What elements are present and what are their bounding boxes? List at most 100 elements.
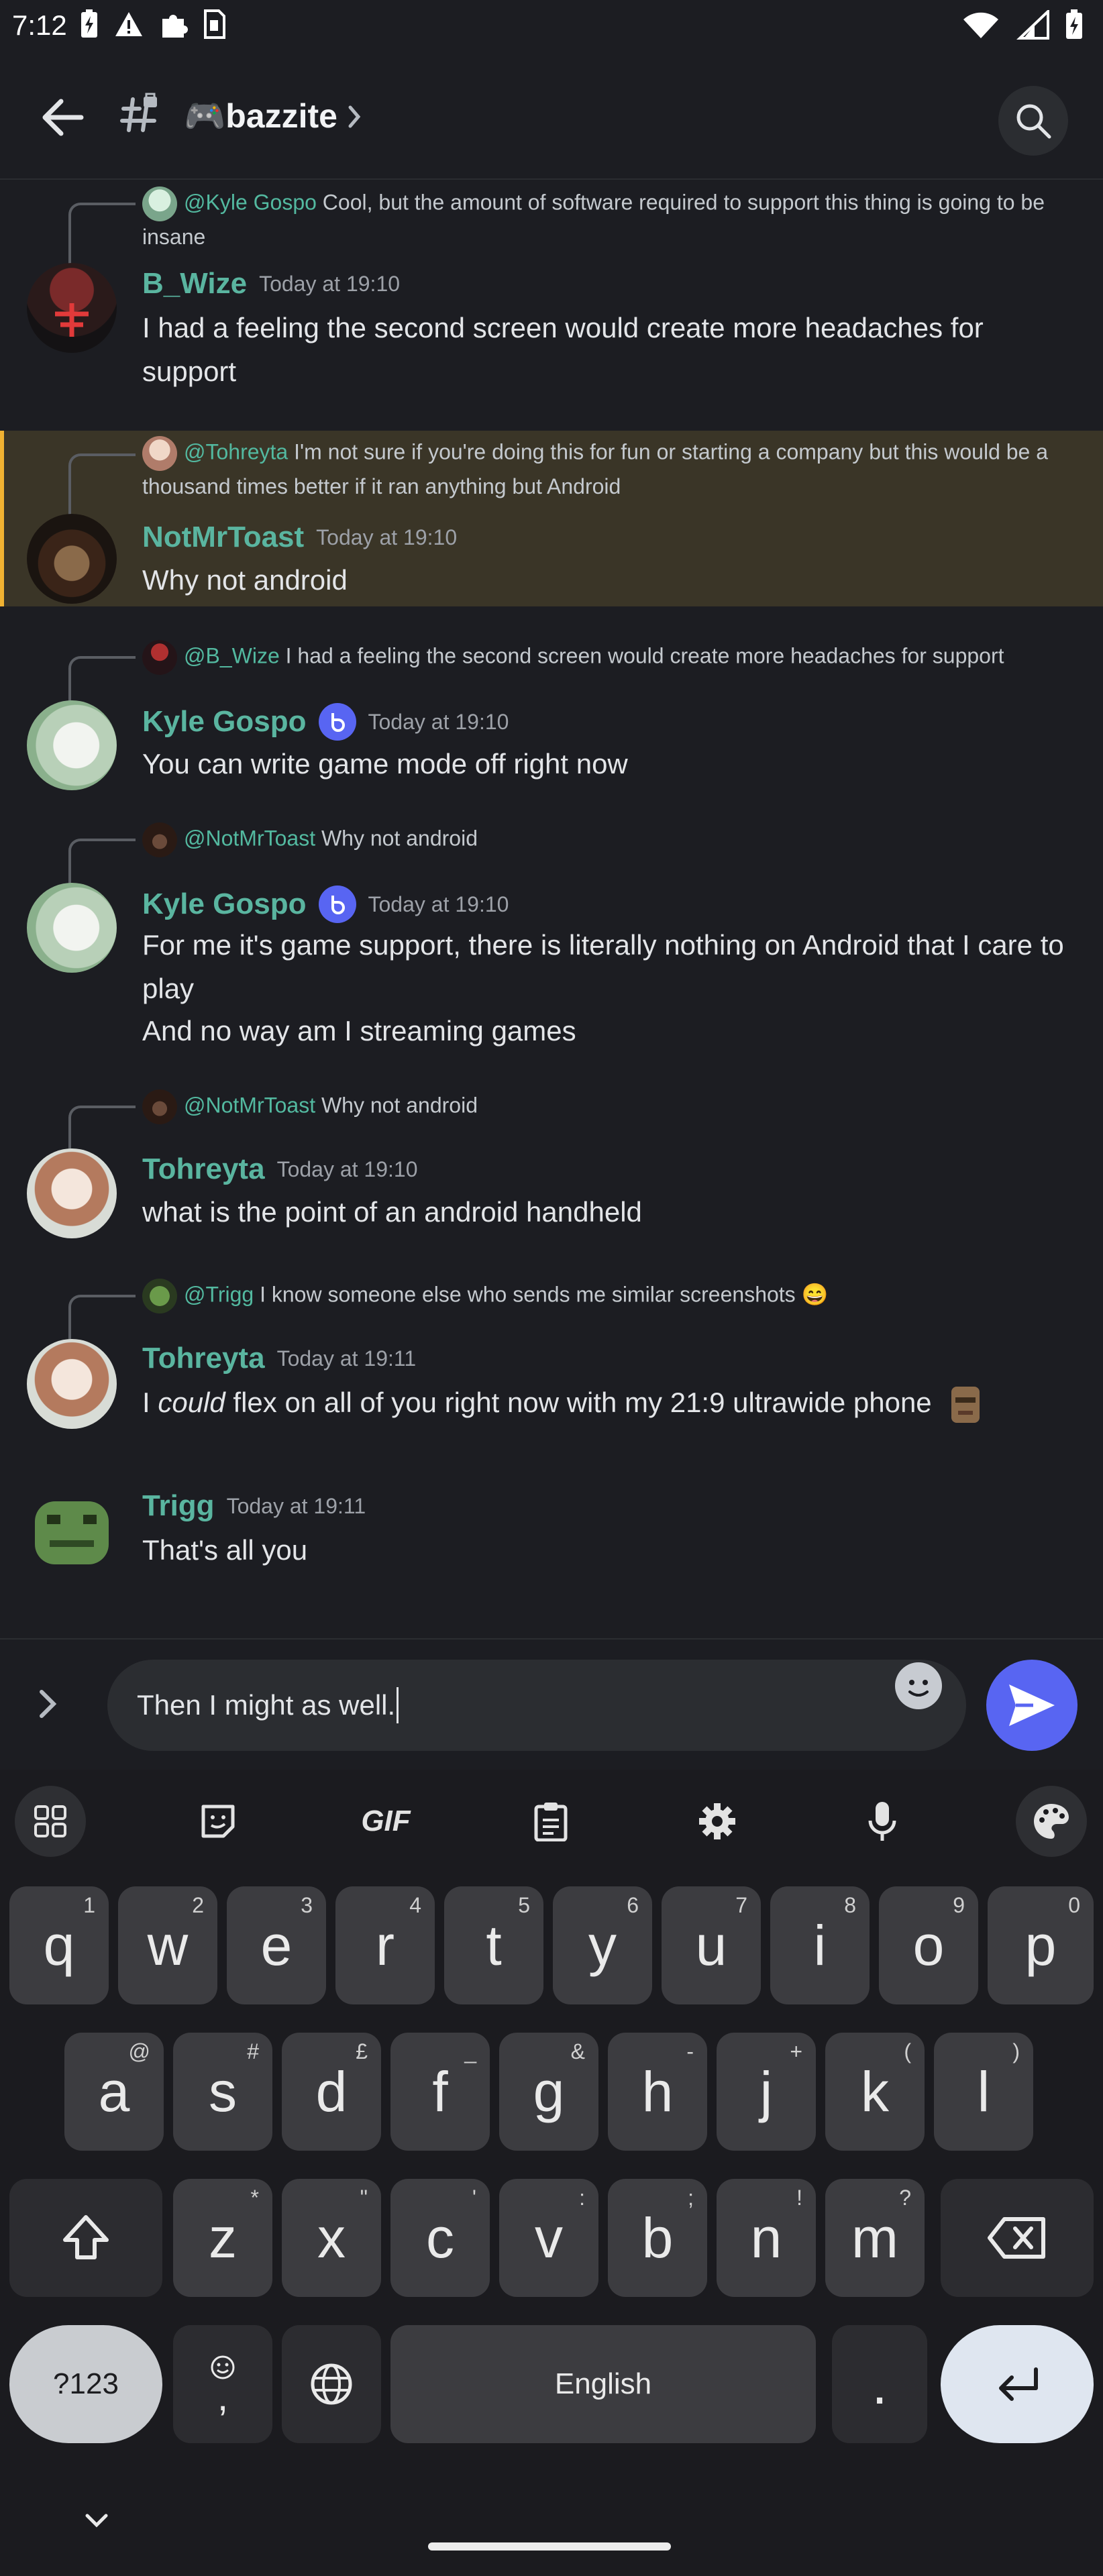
message-text: I could flex on all of you right now wit…: [142, 1381, 1068, 1426]
reply-connector: [68, 1106, 136, 1151]
keyboard-apps-button[interactable]: [15, 1786, 86, 1857]
reply-text: Why not android: [321, 826, 478, 851]
reply-author[interactable]: @Trigg: [184, 1282, 254, 1306]
message-list[interactable]: @Kyle Gospo Cool, but the amount of soft…: [0, 180, 1103, 1638]
reply-author[interactable]: @Kyle Gospo: [184, 190, 317, 214]
key-o[interactable]: o9: [879, 1886, 978, 2004]
key-v[interactable]: v:: [499, 2179, 598, 2297]
avatar[interactable]: [27, 1339, 117, 1429]
key-b[interactable]: b;: [608, 2179, 707, 2297]
reply-author[interactable]: @B_Wize: [184, 643, 280, 667]
language-key[interactable]: [282, 2325, 381, 2443]
avatar[interactable]: [27, 883, 117, 973]
reply-preview[interactable]: @Tohreyta I'm not sure if you're doing t…: [142, 436, 1082, 502]
avatar[interactable]: [27, 514, 117, 604]
key-x[interactable]: x ": [282, 2179, 381, 2297]
reply-preview[interactable]: @Trigg I know someone else who sends me …: [142, 1279, 1068, 1313]
key-label: w: [147, 1913, 189, 1977]
keyboard-toolbar: GIF: [0, 1770, 1103, 1870]
reply-author[interactable]: @NotMrToast: [184, 1093, 315, 1117]
shift-key[interactable]: [9, 2179, 162, 2297]
message[interactable]: @Kyle Gospo Cool, but the amount of soft…: [0, 180, 1103, 427]
reply-preview[interactable]: @B_Wize I had a feeling the second scree…: [142, 640, 1068, 675]
author-name[interactable]: Tohreyta: [142, 1152, 265, 1186]
key-w[interactable]: w2: [118, 1886, 217, 2004]
key-alt-label: 8: [844, 1893, 856, 1917]
channel-name[interactable]: 🎮bazzite: [184, 97, 337, 136]
period-key[interactable]: .: [832, 2325, 927, 2443]
theme-button[interactable]: [1016, 1786, 1087, 1857]
key-h[interactable]: h-: [608, 2033, 707, 2151]
backspace-key[interactable]: [941, 2179, 1094, 2297]
message[interactable]: Trigg Today at 19:11 That's all you: [0, 1479, 1103, 1593]
key-a[interactable]: a @: [64, 2033, 164, 2151]
voice-input-button[interactable]: [847, 1786, 918, 1857]
key-label: r: [376, 1913, 395, 1977]
avatar[interactable]: [27, 1487, 117, 1576]
space-key[interactable]: English: [390, 2325, 816, 2443]
message-text: For me it's game support, there is liter…: [142, 929, 1064, 1004]
reply-preview[interactable]: @NotMrToast Why not android: [142, 822, 1068, 857]
author-name[interactable]: NotMrToast: [142, 521, 304, 554]
key-u[interactable]: u7: [662, 1886, 761, 2004]
avatar[interactable]: [27, 263, 117, 353]
message[interactable]: @NotMrToast Why not android Tohreyta Toda…: [0, 1083, 1103, 1244]
key-label: x: [317, 2206, 346, 2269]
gif-button[interactable]: GIF: [350, 1786, 421, 1857]
reply-author[interactable]: @Tohreyta: [184, 439, 288, 464]
expand-actions-button[interactable]: [36, 1686, 60, 1725]
search-button[interactable]: [998, 86, 1068, 156]
key-p[interactable]: p0: [988, 1886, 1094, 2004]
author-name[interactable]: Kyle Gospo: [142, 888, 307, 921]
key-l[interactable]: l): [934, 2033, 1033, 2151]
back-button[interactable]: [34, 89, 91, 146]
mic-icon: [868, 1802, 896, 1841]
key-r[interactable]: r4: [335, 1886, 435, 2004]
key-n[interactable]: n!: [717, 2179, 816, 2297]
sticker-button[interactable]: [182, 1786, 254, 1857]
reply-preview[interactable]: @NotMrToast Why not android: [142, 1089, 1068, 1124]
message[interactable]: @Trigg I know someone else who sends me …: [0, 1272, 1103, 1440]
key-g[interactable]: g &: [499, 2033, 598, 2151]
key-m[interactable]: m?: [825, 2179, 925, 2297]
message-text-part: flex on all of you right now with my 21:…: [225, 1387, 932, 1418]
key-label: h: [641, 2059, 674, 2123]
key-k[interactable]: k(: [825, 2033, 925, 2151]
timestamp: Today at 19:10: [368, 709, 509, 734]
key-q[interactable]: q1: [9, 1886, 109, 2004]
key-t[interactable]: t5: [444, 1886, 543, 2004]
key-f[interactable]: f _: [390, 2033, 490, 2151]
author-name[interactable]: Kyle Gospo: [142, 705, 307, 739]
enter-key[interactable]: [941, 2325, 1094, 2443]
key-y[interactable]: y6: [553, 1886, 652, 2004]
reply-author[interactable]: @NotMrToast: [184, 826, 315, 850]
author-name[interactable]: B_Wize: [142, 267, 247, 301]
message-text: You can write game mode off right now: [142, 748, 628, 780]
keyboard-settings-button[interactable]: [682, 1786, 753, 1857]
message-highlighted[interactable]: @Tohreyta I'm not sure if you're doing t…: [0, 431, 1103, 606]
avatar[interactable]: [27, 1148, 117, 1238]
reply-preview[interactable]: @Kyle Gospo Cool, but the amount of soft…: [142, 186, 1068, 252]
message-text-part: I: [142, 1387, 158, 1418]
key-s[interactable]: s #: [173, 2033, 272, 2151]
hide-keyboard-button[interactable]: [83, 2512, 110, 2532]
key-z[interactable]: z *: [173, 2179, 272, 2297]
comma-key[interactable]: ,: [173, 2325, 272, 2443]
message[interactable]: @NotMrToast Why not android Kyle Gospo T…: [0, 816, 1103, 1046]
message-input[interactable]: Then I might as well.: [107, 1660, 966, 1751]
key-i[interactable]: i8: [770, 1886, 870, 2004]
chevron-right-icon[interactable]: [346, 103, 362, 133]
clipboard-button[interactable]: [515, 1786, 586, 1857]
send-button[interactable]: [986, 1660, 1078, 1751]
key-e[interactable]: e3: [227, 1886, 326, 2004]
author-name[interactable]: Tohreyta: [142, 1342, 265, 1375]
key-d[interactable]: d £: [282, 2033, 381, 2151]
symbols-key[interactable]: ?123: [9, 2325, 162, 2443]
avatar[interactable]: [27, 700, 117, 790]
home-gesture-bar[interactable]: [428, 2542, 671, 2551]
emoji-button[interactable]: [895, 1662, 942, 1709]
author-name[interactable]: Trigg: [142, 1489, 215, 1523]
key-j[interactable]: j +: [717, 2033, 816, 2151]
message[interactable]: @B_Wize I had a feeling the second scree…: [0, 633, 1103, 794]
key-c[interactable]: c ': [390, 2179, 490, 2297]
